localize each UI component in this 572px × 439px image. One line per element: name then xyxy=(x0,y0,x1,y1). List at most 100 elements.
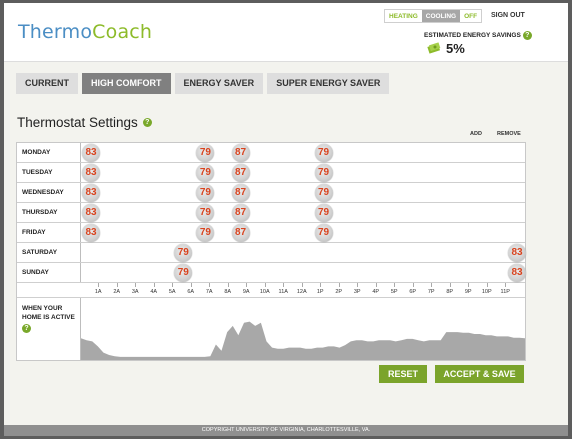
schedule-row-wednesday: WEDNESDAY 83 79 87 79 xyxy=(17,183,525,203)
day-timeline[interactable]: 79 83 xyxy=(80,263,526,282)
hour-label: 10P xyxy=(481,289,492,295)
mode-cooling[interactable]: COOLING xyxy=(421,10,461,22)
schedule-row-friday: FRIDAY 83 79 87 79 xyxy=(17,223,525,243)
add-link[interactable]: ADD xyxy=(470,131,482,137)
sign-out-link[interactable]: SIGN OUT xyxy=(491,12,525,19)
mode-toggle: HEATING COOLING OFF xyxy=(384,9,483,23)
hour-label: 4P xyxy=(372,289,380,295)
day-label: TUESDAY xyxy=(22,169,53,176)
setpoint-marker[interactable]: 79 xyxy=(196,204,215,222)
hour-label: 12A xyxy=(296,289,307,295)
hour-label: 6P xyxy=(409,289,417,295)
day-timeline[interactable]: 83 79 87 79 xyxy=(80,163,525,182)
help-icon[interactable]: ? xyxy=(22,324,31,333)
schedule-row-sunday: SUNDAY 79 83 xyxy=(17,263,526,283)
day-label: SATURDAY xyxy=(22,249,58,256)
setpoint-marker[interactable]: 79 xyxy=(314,164,333,182)
hour-tick xyxy=(468,283,470,287)
app-frame: ThermoCoach HEATING COOLING OFF SIGN OUT… xyxy=(4,3,568,436)
setpoint-marker[interactable]: 87 xyxy=(231,204,250,222)
hour-label: 6A xyxy=(187,289,195,295)
hour-tick xyxy=(357,283,359,287)
mode-off[interactable]: OFF xyxy=(460,10,481,22)
setpoint-marker[interactable]: 87 xyxy=(231,184,250,202)
main-content: CURRENT HIGH COMFORT ENERGY SAVER SUPER … xyxy=(4,61,568,425)
tab-energy-saver[interactable]: ENERGY SAVER xyxy=(174,73,264,94)
setpoint-marker[interactable]: 83 xyxy=(508,264,526,282)
setpoint-marker[interactable]: 83 xyxy=(508,244,526,262)
setpoint-marker[interactable]: 87 xyxy=(231,224,250,242)
setpoint-marker[interactable]: 83 xyxy=(82,204,100,222)
tab-current[interactable]: CURRENT xyxy=(16,73,78,94)
hour-tick xyxy=(172,283,174,287)
hour-label: 7A xyxy=(205,289,213,295)
hour-tick xyxy=(116,283,118,287)
hour-label: 8A xyxy=(224,289,232,295)
setpoint-marker[interactable]: 79 xyxy=(196,144,215,162)
reset-button[interactable]: RESET xyxy=(379,365,427,383)
header: ThermoCoach HEATING COOLING OFF SIGN OUT… xyxy=(4,3,568,61)
hour-tick xyxy=(246,283,248,287)
setpoint-marker[interactable]: 87 xyxy=(231,144,250,162)
tab-super-energy-saver[interactable]: SUPER ENERGY SAVER xyxy=(267,73,390,94)
hour-label: 5P xyxy=(390,289,398,295)
accept-save-button[interactable]: ACCEPT & SAVE xyxy=(435,365,524,383)
setpoint-marker[interactable]: 83 xyxy=(82,164,100,182)
hour-label: 2P xyxy=(335,289,343,295)
schedule-row-saturday: SATURDAY 79 83 xyxy=(17,243,526,263)
help-icon[interactable]: ? xyxy=(142,117,152,127)
profile-tabs: CURRENT HIGH COMFORT ENERGY SAVER SUPER … xyxy=(16,73,393,94)
hour-tick xyxy=(153,283,155,287)
hour-tick xyxy=(412,283,414,287)
hour-tick xyxy=(431,283,433,287)
setpoint-marker[interactable]: 79 xyxy=(174,244,193,262)
remove-link[interactable]: REMOVE xyxy=(497,131,521,137)
day-timeline[interactable]: 83 79 87 79 xyxy=(80,203,525,222)
hour-label: 7P xyxy=(427,289,435,295)
day-timeline[interactable]: 83 79 87 79 xyxy=(80,143,525,162)
day-label: WEDNESDAY xyxy=(22,189,64,196)
tab-high-comfort[interactable]: HIGH COMFORT xyxy=(82,73,171,94)
day-timeline[interactable]: 83 79 87 79 xyxy=(80,223,525,242)
schedule-row-tuesday: TUESDAY 83 79 87 79 xyxy=(17,163,525,183)
hour-tick xyxy=(394,283,396,287)
hour-label: 5A xyxy=(168,289,176,295)
hour-label: 8P xyxy=(446,289,454,295)
mode-heating[interactable]: HEATING xyxy=(385,10,422,22)
day-timeline[interactable]: 83 79 87 79 xyxy=(80,183,525,202)
setpoint-marker[interactable]: 79 xyxy=(196,224,215,242)
hour-axis: 1A 2A 3A 4A 5A 6A 7A 8A 9A 10A 11A 12A 1P 2P 3P 4P 5P 6P 7… xyxy=(17,283,525,297)
setpoint-marker[interactable]: 79 xyxy=(196,164,215,182)
hour-tick xyxy=(338,283,340,287)
savings-value: 5% xyxy=(446,41,465,56)
hour-label: 3P xyxy=(353,289,361,295)
hour-label: 1A xyxy=(94,289,102,295)
setpoint-marker[interactable]: 79 xyxy=(314,224,333,242)
day-label: FRIDAY xyxy=(22,229,46,236)
day-timeline[interactable]: 79 83 xyxy=(80,243,526,262)
activity-chart xyxy=(80,298,525,360)
setpoint-marker[interactable]: 79 xyxy=(174,264,193,282)
schedule-row-monday: MONDAY 83 79 87 79 xyxy=(17,143,525,163)
help-icon[interactable]: ? xyxy=(522,31,532,40)
hour-label: 9A xyxy=(242,289,250,295)
hour-tick xyxy=(98,283,100,287)
setpoint-marker[interactable]: 79 xyxy=(314,204,333,222)
setpoint-marker[interactable]: 79 xyxy=(196,184,215,202)
page-title: Thermostat Settings? xyxy=(17,115,152,130)
money-icon xyxy=(427,42,441,54)
setpoint-marker[interactable]: 83 xyxy=(82,224,100,242)
hour-tick xyxy=(320,283,322,287)
hour-tick xyxy=(283,283,285,287)
hour-tick xyxy=(301,283,303,287)
setpoint-marker[interactable]: 79 xyxy=(314,144,333,162)
setpoint-marker[interactable]: 83 xyxy=(82,184,100,202)
hour-label: 2A xyxy=(113,289,121,295)
hour-label: 4A xyxy=(150,289,158,295)
footer: COPYRIGHT UNIVERSITY OF VIRGINIA, CHARLO… xyxy=(4,425,568,436)
schedule-row-thursday: THURSDAY 83 79 87 79 xyxy=(17,203,525,223)
setpoint-marker[interactable]: 83 xyxy=(82,144,100,162)
setpoint-marker[interactable]: 87 xyxy=(231,164,250,182)
setpoint-marker[interactable]: 79 xyxy=(314,184,333,202)
hour-tick xyxy=(135,283,137,287)
